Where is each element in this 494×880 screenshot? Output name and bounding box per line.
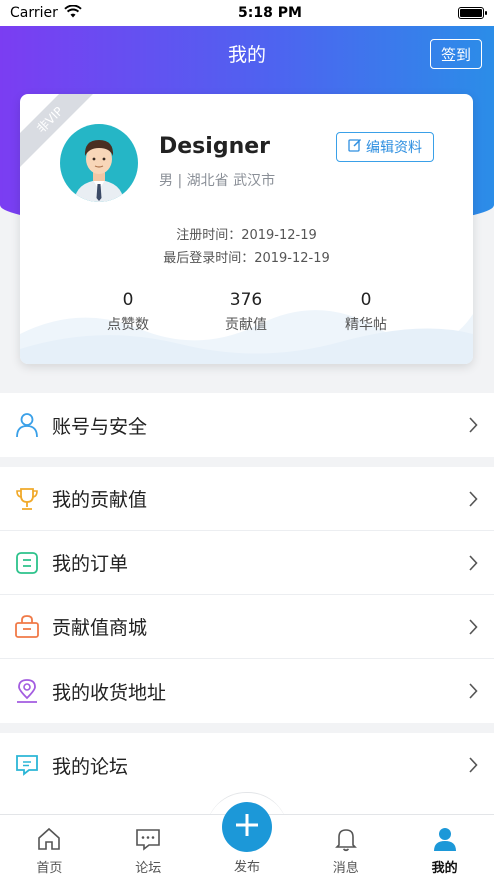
username: Designer	[159, 134, 270, 159]
stat-label: 贡献值	[225, 317, 267, 333]
avatar[interactable]	[60, 124, 138, 202]
stat-featured-posts[interactable]: 0 精华帖	[306, 290, 426, 334]
register-time: 注册时间：2019-12-19	[176, 228, 317, 243]
chevron-right-icon	[468, 417, 478, 437]
navigation-bar: 我的 签到	[0, 26, 494, 80]
publish-label: 发布	[233, 860, 260, 875]
tab-label: 我的	[431, 861, 458, 876]
trophy-icon	[14, 486, 40, 512]
menu-item-label: 我的论坛	[52, 755, 129, 778]
stat-value: 0	[122, 290, 134, 310]
chevron-right-icon	[468, 491, 478, 511]
menu-item-account-security[interactable]: 账号与安全	[0, 393, 494, 457]
forum-icon	[14, 752, 40, 778]
chevron-right-icon	[468, 757, 478, 777]
shop-icon	[14, 614, 40, 640]
signin-button[interactable]: 签到	[430, 39, 482, 69]
person-icon	[14, 412, 40, 438]
stats-row: 0 点赞数 376 贡献值 0 精华帖	[20, 290, 473, 334]
wifi-icon	[64, 4, 82, 22]
menu-item-label: 我的订单	[52, 553, 129, 575]
status-bar: Carrier 5:18 PM	[0, 0, 494, 26]
menu-item-shipping-address[interactable]: 我的收货地址	[0, 659, 494, 723]
tab-messages[interactable]: 消息	[296, 815, 395, 880]
chevron-right-icon	[468, 683, 478, 703]
menu-item-contribution-shop[interactable]: 贡献值商城	[0, 595, 494, 659]
status-time: 5:18 PM	[238, 5, 302, 21]
stat-likes[interactable]: 0 点赞数	[68, 290, 188, 334]
tab-forum[interactable]: 论坛	[99, 815, 198, 880]
plus-icon	[234, 812, 260, 842]
person-filled-icon	[431, 825, 459, 853]
stat-label: 点赞数	[107, 317, 149, 333]
menu-item-label: 我的收货地址	[52, 681, 167, 704]
chevron-right-icon	[468, 555, 478, 575]
order-icon	[14, 550, 40, 576]
menu-item-my-forum[interactable]: 我的论坛	[0, 733, 494, 797]
chat-icon	[134, 825, 162, 853]
menu-item-my-orders[interactable]: 我的订单	[0, 531, 494, 595]
menu-item-my-contribution[interactable]: 我的贡献值	[0, 467, 494, 531]
stat-contribution[interactable]: 376 贡献值	[186, 290, 306, 334]
user-info: 男 | 湖北省 武汉市	[159, 173, 276, 189]
last-login-time: 最后登录时间：2019-12-19	[163, 251, 330, 266]
tab-mine[interactable]: 我的	[395, 815, 494, 880]
chevron-right-icon	[468, 619, 478, 639]
battery-icon	[458, 7, 487, 19]
profile-card: 非VIP Designer 男 | 湖北省 武汉市 编辑资料 注册时间：2019…	[20, 94, 473, 364]
stat-label: 精华帖	[345, 317, 387, 333]
menu-group-main: 我的贡献值 我的订单 贡献值商城 我的收货地址	[0, 467, 494, 723]
page-title: 我的	[227, 43, 266, 66]
menu-item-label: 账号与安全	[52, 415, 148, 438]
bell-icon	[332, 825, 360, 853]
carrier-label: Carrier	[10, 5, 58, 21]
home-icon	[35, 825, 63, 853]
edit-icon	[348, 138, 362, 156]
stat-value: 0	[360, 290, 372, 310]
stat-value: 376	[229, 290, 263, 310]
menu-item-label: 贡献值商城	[52, 617, 148, 639]
location-icon	[14, 678, 40, 704]
tab-label: 论坛	[135, 861, 162, 876]
menu-item-label: 我的贡献值	[52, 489, 148, 511]
edit-profile-button[interactable]: 编辑资料	[336, 132, 434, 162]
publish-button[interactable]	[222, 802, 272, 852]
edit-profile-label: 编辑资料	[366, 140, 422, 156]
tab-home[interactable]: 首页	[0, 815, 99, 880]
tab-label: 首页	[36, 861, 63, 876]
menu-group-account: 账号与安全	[0, 393, 494, 457]
tab-label: 消息	[332, 861, 359, 876]
